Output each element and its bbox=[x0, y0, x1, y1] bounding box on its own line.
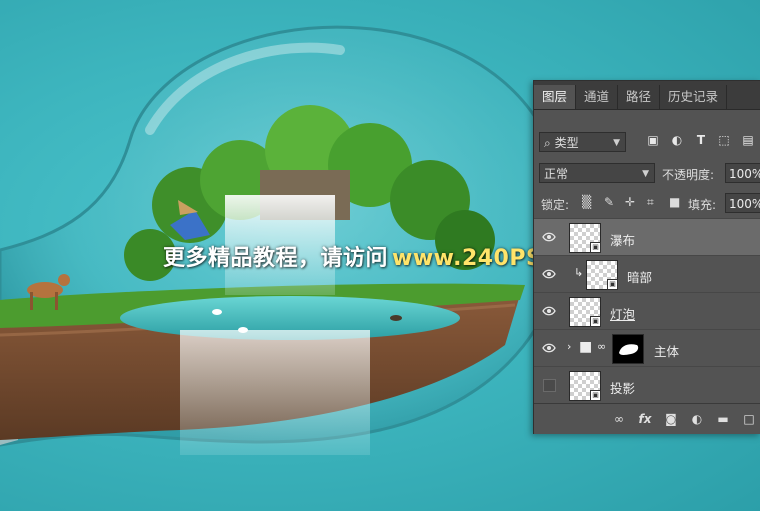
filter-kind-value: 类型 bbox=[554, 136, 579, 150]
chevron-down-icon: ▼ bbox=[642, 169, 649, 179]
layer-mask-thumbnail bbox=[612, 334, 644, 364]
layer-row-main-group[interactable]: › ■ ∞ 主体 bbox=[534, 329, 760, 366]
watermark-text: 更多精品教程，请访问 bbox=[163, 246, 389, 271]
layer-thumbnail: ▣ bbox=[586, 260, 618, 290]
smart-object-icon: ▣ bbox=[607, 279, 618, 290]
tab-history[interactable]: 历史记录 bbox=[660, 85, 728, 109]
layer-row-cast-shadow[interactable]: ▣ 投影 bbox=[534, 366, 760, 403]
blend-mode-value: 正常 bbox=[544, 167, 569, 181]
blend-mode-select[interactable]: 正常 ▼ bbox=[539, 163, 655, 183]
tab-layers[interactable]: 图层 bbox=[534, 85, 577, 109]
lock-move-icon[interactable]: ✛ bbox=[625, 195, 635, 209]
layer-list: ▣ 瀑布 ↳ ▣ 暗部 ▣ 灯泡 › ■ ∞ 主体 ▣ 投影 bbox=[534, 218, 760, 403]
filter-row: ⌕ 类型 ▼ ▣ ◐ T ⬚ ▤ bbox=[534, 129, 760, 155]
mask-shape bbox=[619, 344, 639, 355]
smartobject-filter-icon[interactable]: ▤ bbox=[741, 133, 755, 147]
lock-brush-icon[interactable]: ✎ bbox=[604, 195, 614, 209]
visibility-off-box[interactable] bbox=[543, 379, 556, 392]
panel-bottom-bar: ∞ fx ◙ ◐ ▬ □ bbox=[534, 403, 760, 434]
layer-row-bulb[interactable]: ▣ 灯泡 bbox=[534, 292, 760, 329]
opacity-label: 不透明度: bbox=[662, 168, 715, 182]
layer-name: 主体 bbox=[654, 344, 680, 359]
link-icon[interactable]: ∞ bbox=[612, 412, 626, 426]
adjustment-filter-icon[interactable]: ◐ bbox=[670, 133, 684, 147]
mask-icon[interactable]: ◙ bbox=[664, 412, 678, 426]
lock-label: 锁定: bbox=[541, 198, 570, 212]
fx-icon[interactable]: fx bbox=[638, 412, 652, 426]
layer-row-waterfall[interactable]: ▣ 瀑布 bbox=[534, 218, 760, 255]
chevron-right-icon[interactable]: › bbox=[567, 340, 571, 353]
lock-all-icon[interactable]: ■ bbox=[669, 195, 680, 209]
link-icon: ∞ bbox=[597, 340, 607, 353]
search-icon: ⌕ bbox=[544, 136, 551, 150]
smart-object-icon: ▣ bbox=[590, 390, 601, 401]
layer-row-shadow-part[interactable]: ↳ ▣ 暗部 bbox=[534, 255, 760, 292]
eye-icon[interactable] bbox=[542, 304, 556, 318]
image-filter-icon[interactable]: ▣ bbox=[646, 133, 660, 147]
layer-name: 暗部 bbox=[627, 270, 653, 285]
lock-artboard-icon[interactable]: ⌗ bbox=[647, 195, 654, 210]
layer-thumbnail: ▣ bbox=[569, 297, 601, 327]
clip-arrow-icon: ↳ bbox=[574, 266, 584, 279]
adjustment-icon[interactable]: ◐ bbox=[690, 412, 704, 426]
eye-icon[interactable] bbox=[542, 230, 556, 244]
opacity-field[interactable]: 100% bbox=[725, 163, 760, 183]
layer-name: 投影 bbox=[610, 381, 636, 396]
fill-field[interactable]: 100% bbox=[725, 193, 760, 213]
shape-filter-icon[interactable]: ⬚ bbox=[717, 133, 731, 147]
lock-row: 锁定: ▒ ✎ ✛ ⌗ ■ 填充: 100% bbox=[534, 190, 760, 216]
smart-object-icon: ▣ bbox=[590, 316, 601, 327]
smart-object-icon: ▣ bbox=[590, 242, 601, 253]
layer-thumbnail: ▣ bbox=[569, 223, 601, 253]
lock-transparency-icon[interactable]: ▒ bbox=[582, 195, 591, 209]
layer-name: 灯泡 bbox=[610, 307, 636, 322]
folder-icon: ■ bbox=[579, 339, 593, 355]
eye-icon[interactable] bbox=[542, 267, 556, 281]
eye-icon[interactable] bbox=[542, 341, 556, 355]
new-layer-icon[interactable]: □ bbox=[742, 412, 756, 426]
layers-panel: 图层 通道 路径 历史记录 ⌕ 类型 ▼ ▣ ◐ T ⬚ ▤ 正常 ▼ 不透明度… bbox=[533, 80, 760, 434]
fill-label: 填充: bbox=[688, 198, 717, 212]
chevron-down-icon: ▼ bbox=[613, 138, 620, 148]
filter-kind-select[interactable]: ⌕ 类型 ▼ bbox=[539, 132, 626, 152]
type-filter-icon[interactable]: T bbox=[694, 133, 708, 147]
layer-name: 瀑布 bbox=[610, 233, 636, 248]
layer-thumbnail: ▣ bbox=[569, 371, 601, 401]
tab-paths[interactable]: 路径 bbox=[618, 85, 661, 109]
panel-tabs: 图层 通道 路径 历史记录 bbox=[534, 81, 760, 110]
blend-row: 正常 ▼ 不透明度: 100% bbox=[534, 160, 760, 186]
folder-icon[interactable]: ▬ bbox=[716, 412, 730, 426]
tab-channels[interactable]: 通道 bbox=[576, 85, 619, 109]
